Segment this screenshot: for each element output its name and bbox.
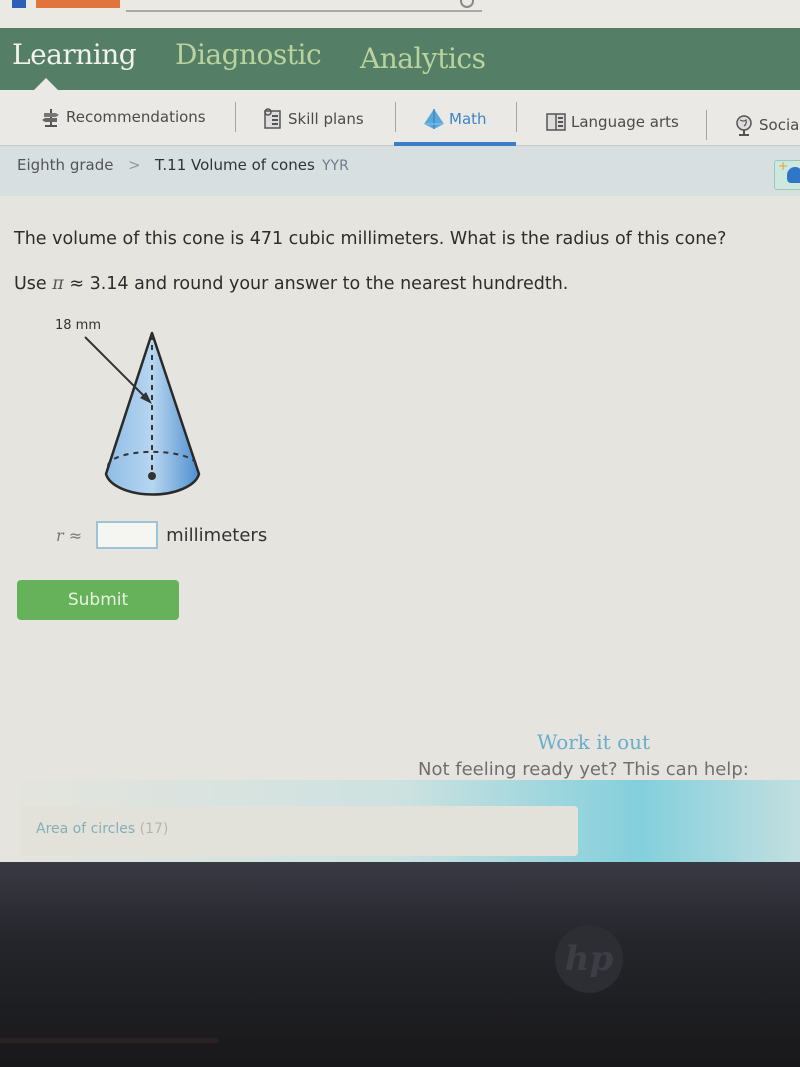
plus-icon: + xyxy=(778,159,789,173)
divider xyxy=(235,102,236,132)
tab-analytics[interactable]: Analytics xyxy=(360,42,486,75)
subnav-item-social[interactable]: Social xyxy=(733,112,800,138)
radius-answer-input[interactable] xyxy=(96,521,159,549)
logo-blue-part xyxy=(12,0,26,8)
subnav-item-recommendations[interactable]: Recommendations xyxy=(40,104,206,130)
subnav-label: Skill plans xyxy=(288,110,364,128)
clipboard-icon xyxy=(262,108,284,130)
breadcrumb-grade[interactable]: Eighth grade xyxy=(17,156,113,174)
subnav-label: Recommendations xyxy=(66,108,206,126)
help-link-area-of-circles[interactable]: Area of circles (17) xyxy=(36,821,168,837)
tab-learning[interactable]: Learning xyxy=(12,38,137,71)
award-icon[interactable]: + xyxy=(774,159,800,190)
pi-symbol: π xyxy=(52,274,64,294)
help-card: Area of circles (17) xyxy=(20,806,578,856)
subnav-label: Social xyxy=(759,116,800,134)
logo-orange-part xyxy=(36,0,120,8)
divider xyxy=(395,102,396,132)
pyramid-icon xyxy=(423,108,445,130)
laptop-bezel xyxy=(0,862,800,1067)
top-bar xyxy=(0,0,800,30)
active-tab-caret xyxy=(34,78,58,90)
subnav-label: Language arts xyxy=(571,113,679,131)
help-subtitle: Not feeling ready yet? This can help: xyxy=(418,759,749,780)
cone-figure xyxy=(84,331,201,496)
divider xyxy=(706,110,707,140)
signpost-icon xyxy=(40,106,62,128)
answer-row: r ≈ millimeters xyxy=(56,520,267,550)
help-link-count: (17) xyxy=(139,821,169,837)
screen: Learning Diagnostic Analytics Recommenda… xyxy=(0,0,800,862)
submit-button[interactable]: Submit xyxy=(17,580,179,620)
subject-nav: Recommendations Skill plans Math Languag… xyxy=(0,90,800,146)
radius-label: r ≈ xyxy=(56,525,83,545)
breadcrumb-skill: T.11 Volume of cones xyxy=(155,156,315,174)
book-icon xyxy=(545,111,567,133)
skill-code: YYR xyxy=(322,158,349,174)
help-link-label: Area of circles xyxy=(36,821,136,837)
question-text: The volume of this cone is 471 cubic mil… xyxy=(14,229,727,249)
laptop-hinge xyxy=(0,1038,218,1043)
breadcrumb-chevron-icon: > xyxy=(128,156,141,174)
search-icon[interactable] xyxy=(460,0,474,8)
unit-label: millimeters xyxy=(166,524,268,546)
search-input[interactable] xyxy=(126,10,482,12)
subnav-item-skill-plans[interactable]: Skill plans xyxy=(262,106,364,132)
subnav-label: Math xyxy=(449,110,487,128)
tab-diagnostic[interactable]: Diagnostic xyxy=(175,38,322,71)
question-instructions: Use π ≈ 3.14 and round your answer to th… xyxy=(14,274,568,294)
globe-icon xyxy=(733,114,755,136)
trophy-icon xyxy=(787,167,800,183)
main-nav: Learning Diagnostic Analytics xyxy=(0,28,800,90)
ixl-logo[interactable] xyxy=(12,0,120,10)
divider xyxy=(516,102,517,132)
breadcrumb: Eighth grade > T.11 Volume of cones YYR … xyxy=(0,146,800,196)
instruction-prefix: Use xyxy=(14,274,47,294)
subnav-item-math[interactable]: Math xyxy=(423,106,487,132)
instruction-suffix: ≈ 3.14 and round your answer to the near… xyxy=(69,274,569,294)
hp-logo: hp xyxy=(555,925,623,993)
work-it-out-heading: Work it out xyxy=(537,730,651,754)
cone-center-dot xyxy=(148,472,156,480)
subnav-item-language-arts[interactable]: Language arts xyxy=(545,109,679,135)
